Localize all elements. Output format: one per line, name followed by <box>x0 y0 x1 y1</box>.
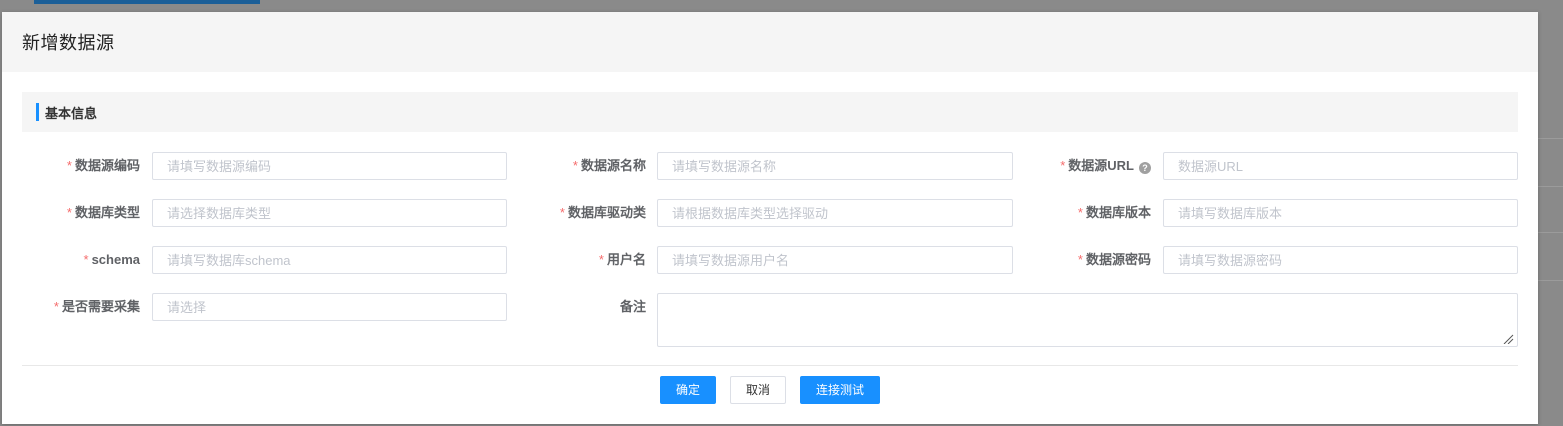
label-database-version: * 数据库版本 <box>1077 205 1151 220</box>
label-datasource-name: * 数据源名称 <box>572 158 646 173</box>
background-divider <box>1537 186 1563 187</box>
username-input[interactable] <box>657 246 1013 274</box>
dialog-title: 新增数据源 <box>22 33 115 53</box>
required-mark: * <box>66 205 72 220</box>
label-username: * 用户名 <box>598 252 646 267</box>
add-datasource-dialog: 新增数据源 基本信息 *数据源编码 *数据源名称 *数据源URL? *数据库类型… <box>2 12 1538 424</box>
question-circle-icon[interactable]: ? <box>1139 162 1151 174</box>
background-divider <box>1537 280 1563 281</box>
required-mark: * <box>598 252 604 267</box>
section-title: 基本信息 <box>45 106 98 121</box>
database-driver-select[interactable] <box>657 199 1013 227</box>
label-remark: 备注 <box>619 299 646 314</box>
resize-handle-icon[interactable] <box>1502 334 1514 344</box>
datasource-url-input[interactable] <box>1163 152 1518 180</box>
database-type-select[interactable] <box>152 199 507 227</box>
connection-test-button[interactable]: 连接测试 <box>800 376 880 404</box>
label-datasource-code: * 数据源编码 <box>66 158 140 173</box>
background-divider <box>1537 138 1563 139</box>
datasource-code-input[interactable] <box>152 152 507 180</box>
background-tab-bar <box>34 0 260 4</box>
need-collect-select[interactable] <box>152 293 507 321</box>
required-mark: * <box>66 158 72 173</box>
label-database-driver: * 数据库驱动类 <box>559 205 646 220</box>
background-divider <box>1537 232 1563 233</box>
required-mark: * <box>572 158 578 173</box>
label-datasource-password: * 数据源密码 <box>1077 252 1151 267</box>
label-need-collect: * 是否需要采集 <box>53 299 140 314</box>
required-mark: * <box>83 252 89 267</box>
required-mark: * <box>1077 252 1083 267</box>
dialog-header: 新增数据源 <box>2 12 1538 72</box>
footer-divider <box>22 365 1518 366</box>
schema-input[interactable] <box>152 246 507 274</box>
database-version-input[interactable] <box>1163 199 1518 227</box>
label-schema: * schema <box>83 252 140 267</box>
required-mark: * <box>53 299 59 314</box>
confirm-button[interactable]: 确定 <box>660 376 716 404</box>
required-mark: * <box>559 205 565 220</box>
label-datasource-url: * 数据源URL? <box>1060 152 1151 180</box>
datasource-name-input[interactable] <box>657 152 1013 180</box>
section-accent-bar <box>36 103 39 121</box>
required-mark: * <box>1077 205 1083 220</box>
cancel-button[interactable]: 取消 <box>730 376 786 404</box>
label-database-type: * 数据库类型 <box>66 205 140 220</box>
datasource-password-input[interactable] <box>1163 246 1518 274</box>
remark-textarea[interactable] <box>657 293 1518 347</box>
required-mark: * <box>1060 158 1066 173</box>
section-header-basic-info: 基本信息 <box>22 92 1518 132</box>
